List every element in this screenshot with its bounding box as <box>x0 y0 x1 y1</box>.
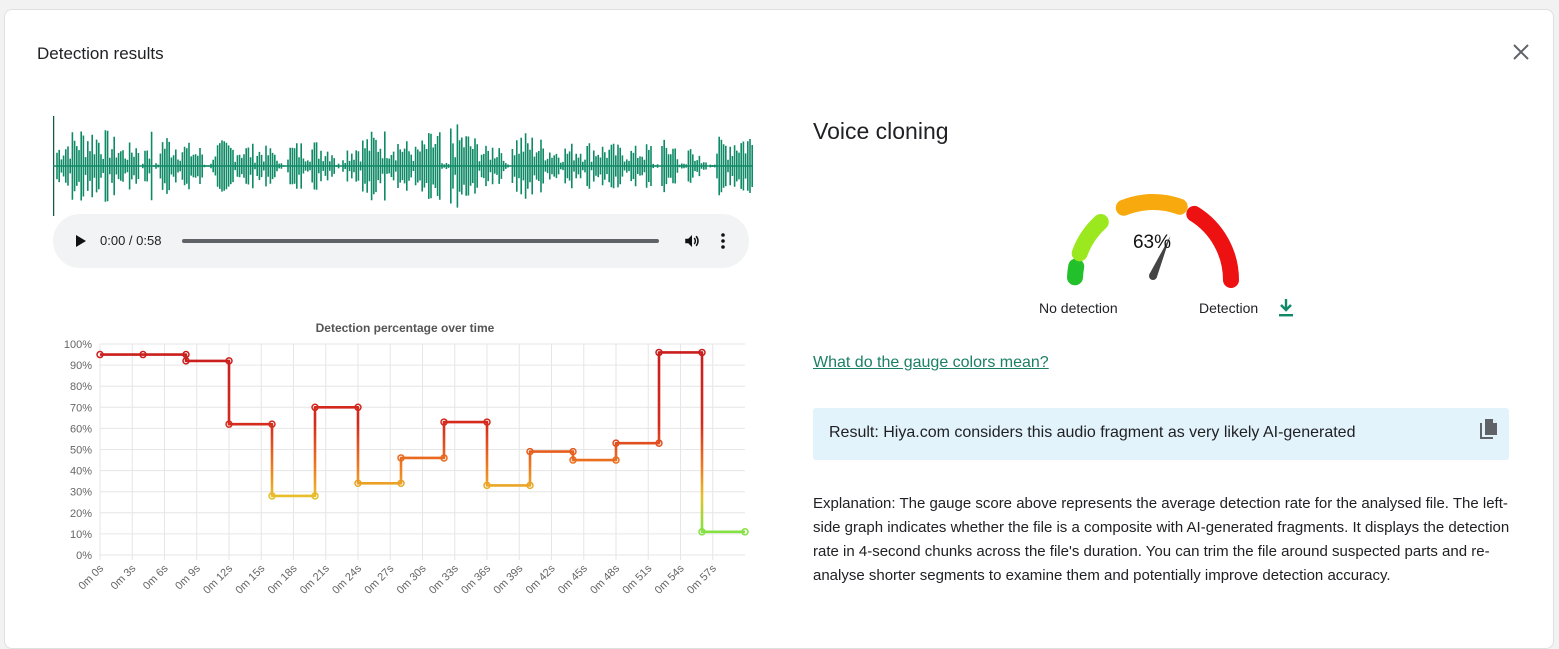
x-tick-label: 0m 15s <box>233 562 267 596</box>
x-tick-label: 0m 30s <box>395 562 429 596</box>
y-tick-label: 20% <box>70 508 92 520</box>
y-tick-label: 70% <box>70 402 92 414</box>
x-tick-label: 0m 0s <box>76 562 106 592</box>
y-tick-label: 40% <box>70 466 92 478</box>
volume-icon[interactable] <box>683 232 701 250</box>
y-tick-label: 90% <box>70 360 92 372</box>
x-tick-label: 0m 27s <box>362 562 396 596</box>
player-progress-track[interactable] <box>182 239 659 243</box>
x-tick-label: 0m 48s <box>588 562 622 596</box>
result-text: Result: Hiya.com considers this audio fr… <box>829 424 1356 441</box>
detection-chart: Detection percentage over time 0% 10% 20% 3… <box>64 321 749 597</box>
gauge-label-no-detection: No detection <box>1039 300 1118 316</box>
gauge-label-detection: Detection <box>1199 300 1259 316</box>
audio-player[interactable]: 0:00 / 0:58 <box>53 214 749 268</box>
gauge-segment <box>1115 194 1188 216</box>
detection-results-dialog: Detection results 0:00 / 0:58 Detection … <box>4 9 1554 649</box>
x-tick-label: 0m 18s <box>266 562 300 596</box>
y-tick-label: 0% <box>76 550 92 562</box>
x-tick-label: 0m 57s <box>685 562 719 596</box>
x-tick-label: 0m 39s <box>491 562 525 596</box>
x-tick-label: 0m 54s <box>653 562 687 596</box>
gauge-segment <box>1071 214 1109 262</box>
y-tick-label: 60% <box>70 423 92 435</box>
gauge-segment <box>1067 258 1085 286</box>
y-tick-label: 80% <box>70 381 92 393</box>
gauge-needle-hub <box>1149 272 1157 280</box>
x-tick-label: 0m 24s <box>330 562 364 596</box>
explanation-text: Explanation: The gauge score above repre… <box>813 495 1510 584</box>
y-tick-label: 50% <box>70 445 92 457</box>
chart-title: Detection percentage over time <box>316 321 495 335</box>
x-tick-label: 0m 36s <box>459 562 493 596</box>
x-tick-label: 0m 51s <box>620 562 654 596</box>
x-tick-label: 0m 9s <box>173 562 203 592</box>
x-tick-label: 0m 3s <box>109 562 139 592</box>
y-tick-label: 10% <box>70 529 92 541</box>
gauge-value: 63% <box>1132 232 1172 253</box>
x-tick-label: 0m 21s <box>298 562 332 596</box>
download-icon[interactable] <box>1277 298 1295 318</box>
play-icon[interactable] <box>73 233 89 249</box>
close-icon[interactable] <box>1509 40 1533 64</box>
player-time: 0:00 / 0:58 <box>100 233 162 248</box>
copy-icon[interactable] <box>1479 418 1499 442</box>
x-tick-label: 0m 42s <box>524 562 558 596</box>
y-tick-label: 30% <box>70 487 92 499</box>
x-tick-label: 0m 45s <box>556 562 590 596</box>
result-banner: Result: Hiya.com considers this audio fr… <box>813 408 1509 460</box>
gauge-segment <box>1186 205 1239 288</box>
x-tick-label: 0m 33s <box>427 562 461 596</box>
y-tick-label: 100% <box>64 339 92 351</box>
more-vert-icon[interactable] <box>715 232 731 250</box>
gauge-colors-link[interactable]: What do the gauge colors mean? <box>813 354 1049 372</box>
x-tick-label: 0m 12s <box>201 562 235 596</box>
audio-waveform[interactable] <box>53 114 753 218</box>
dialog-title: Detection results <box>37 44 164 63</box>
voice-cloning-title: Voice cloning <box>813 118 949 144</box>
x-tick-label: 0m 6s <box>141 562 171 592</box>
